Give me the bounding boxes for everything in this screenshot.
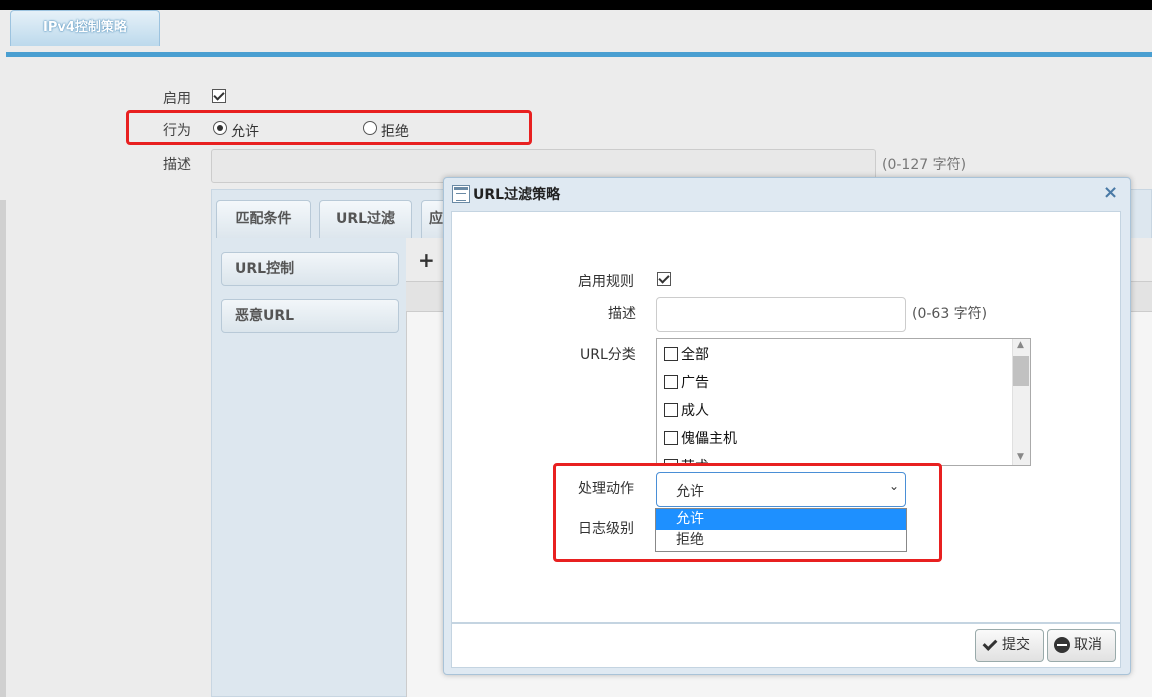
enable-rule-checkbox[interactable] bbox=[657, 272, 671, 286]
url-category-list[interactable]: 全部 广告 成人 傀儡主机 艺术 bbox=[656, 338, 1031, 466]
tab-url-filter[interactable]: URL过滤 bbox=[319, 200, 412, 238]
dialog-title: URL过滤策略 bbox=[473, 187, 561, 203]
url-category-label: URL分类 bbox=[580, 347, 636, 363]
tab-strip bbox=[0, 10, 1152, 56]
add-icon[interactable]: + bbox=[418, 250, 435, 270]
tab-ipv4-control-policy[interactable]: IPv4控制策略 bbox=[10, 10, 160, 46]
desc-label: 描述 bbox=[163, 157, 191, 173]
left-edge bbox=[0, 200, 6, 697]
category-checkbox[interactable] bbox=[664, 403, 678, 417]
list-item[interactable]: 成人 bbox=[664, 400, 709, 420]
cancel-button[interactable]: 取消 bbox=[1047, 629, 1116, 662]
category-checkbox[interactable] bbox=[664, 347, 678, 361]
window-icon bbox=[452, 185, 470, 203]
enable-checkbox[interactable] bbox=[212, 89, 226, 103]
dialog-desc-input[interactable] bbox=[656, 297, 906, 332]
side-item-malicious-url[interactable]: 恶意URL bbox=[221, 299, 399, 333]
list-item[interactable]: 广告 bbox=[664, 372, 709, 392]
top-bar bbox=[0, 0, 1152, 10]
check-icon bbox=[982, 637, 998, 653]
tab-underline bbox=[6, 52, 1152, 57]
enable-label: 启用 bbox=[163, 91, 191, 107]
dialog-desc-hint: (0-63 字符) bbox=[912, 306, 988, 322]
scrollbar-thumb[interactable] bbox=[1013, 356, 1029, 386]
submit-button[interactable]: 提交 bbox=[975, 629, 1044, 662]
highlight-box-action bbox=[126, 110, 532, 145]
highlight-box-process-action bbox=[553, 463, 942, 562]
list-item[interactable]: 傀儡主机 bbox=[664, 428, 737, 448]
category-checkbox[interactable] bbox=[664, 431, 678, 445]
list-item[interactable]: 全部 bbox=[664, 344, 709, 364]
scroll-up-icon[interactable]: ▲ bbox=[1017, 340, 1024, 350]
minus-circle-icon bbox=[1054, 637, 1070, 653]
dialog-desc-label: 描述 bbox=[608, 306, 636, 322]
category-checkbox[interactable] bbox=[664, 375, 678, 389]
enable-rule-label: 启用规则 bbox=[578, 274, 634, 290]
desc-hint: (0-127 字符) bbox=[882, 157, 967, 173]
side-item-url-control[interactable]: URL控制 bbox=[221, 252, 399, 286]
scroll-down-icon[interactable]: ▼ bbox=[1017, 452, 1024, 462]
tab-match-conditions[interactable]: 匹配条件 bbox=[216, 200, 311, 238]
close-icon[interactable]: × bbox=[1103, 183, 1118, 203]
